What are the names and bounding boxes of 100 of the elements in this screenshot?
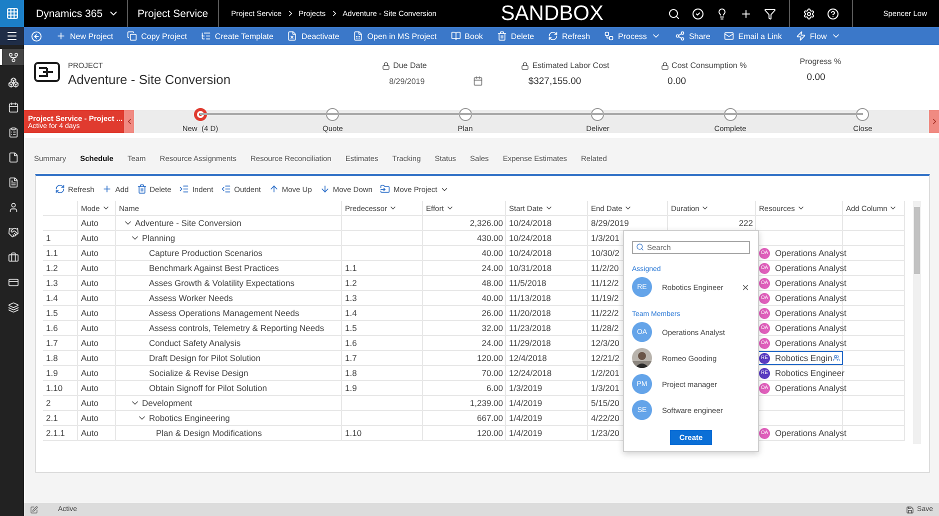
table-cell-text: 1.9: [45, 367, 59, 380]
table-cell-text: 2,326.00: [468, 217, 504, 230]
field-value: 0.00: [806, 72, 826, 83]
table-cell-text: 1.5: [344, 322, 358, 335]
task-name: Asses Growth & Volatility Expectations: [148, 278, 295, 288]
field-value: 8/29/2019: [388, 76, 425, 86]
command-button[interactable]: Flow: [788, 27, 848, 45]
task-name: Robotics Engineering: [148, 413, 230, 423]
command-button[interactable]: New Project: [49, 27, 120, 45]
command-button[interactable]: Email a Link: [717, 27, 789, 45]
table-cell-text: 8/29/2019: [590, 217, 630, 230]
table-cell-text: 5/15/20: [590, 397, 620, 410]
table-cell-text: 1.6: [45, 322, 59, 335]
table-cell-text: 1/3/201: [590, 382, 620, 395]
table-cell-text: 4/22/20: [590, 412, 620, 425]
table-cell-text: 32.00: [480, 322, 504, 335]
table-cell-text: 1/4/2019: [508, 412, 544, 425]
table-cell-text: 1.4: [45, 292, 59, 305]
table-cell-text: Auto: [80, 337, 100, 350]
command-button[interactable]: Delete: [490, 27, 542, 45]
table-cell-text: 1.10: [344, 427, 363, 440]
field-label: Progress %: [800, 57, 842, 66]
table-cell-text: 1.8: [344, 367, 358, 380]
table-cell-text: 1.2: [45, 262, 59, 275]
table-cell-text: 11/23/2018: [508, 322, 552, 335]
field-label: Due Date: [382, 61, 522, 70]
command-button[interactable]: Open in MS Project: [346, 27, 444, 45]
table-cell-text: Auto: [80, 382, 100, 395]
table-cell-text: 1/3/2019: [508, 382, 544, 395]
table-cell-text: 430.00: [476, 232, 504, 245]
command-button[interactable]: Refresh: [541, 27, 598, 45]
table-cell-text: 222: [738, 217, 754, 230]
table-cell-text: 1/23/20: [590, 427, 620, 440]
table-cell-text: 1.2: [344, 277, 358, 290]
table-cell-text: 1.5: [45, 307, 59, 320]
command-button[interactable]: Book: [444, 27, 490, 45]
task-name: Draft Design for Pilot Solution: [148, 353, 260, 363]
table-cell-text: 1.9: [344, 382, 358, 395]
table-cell-text: Auto: [80, 262, 100, 275]
table-cell-text: 1/4/2019: [508, 397, 544, 410]
table-cell-text: Auto: [80, 412, 100, 425]
table-cell-text: 6.00: [485, 382, 504, 395]
table-cell-text: 120.00: [476, 427, 504, 440]
table-cell-text: 1.3: [344, 292, 358, 305]
command-button[interactable]: Create Template: [194, 27, 280, 45]
task-name: Benchmark Against Best Practices: [148, 263, 279, 273]
table-cell-text: 12/3/20: [590, 337, 620, 350]
table-cell-text: 12/4/2018: [508, 352, 548, 365]
table-cell-text: 12/24/2018: [508, 367, 553, 380]
table-cell-text: 1,239.00: [468, 397, 504, 410]
table-cell-text: 40.00: [480, 292, 504, 305]
table-cell-text: 10/24/2018: [508, 232, 553, 245]
table-cell-text: 1.1: [45, 247, 59, 260]
task-name: Adventure - Site Conversion: [134, 218, 242, 228]
table-cell-text: 1/3/201: [590, 232, 620, 245]
table-cell-text: Auto: [80, 397, 100, 410]
environment-label: SANDBOX: [500, 2, 604, 26]
field-label: Estimated Labor Cost: [521, 61, 661, 70]
table-cell-text: 1.4: [344, 307, 358, 320]
field-label: Cost Consumption %: [660, 61, 800, 70]
table-cell-text: 10/24/2018: [508, 217, 553, 230]
table-cell-text: 1: [45, 232, 52, 245]
command-button[interactable]: Deactivate: [280, 27, 346, 45]
table-cell-text: 11/5/2018: [508, 277, 548, 290]
table-cell-text: Auto: [80, 427, 100, 440]
table-cell-text: 40.00: [480, 247, 504, 260]
task-name: Assess Operations Management Needs: [148, 308, 300, 318]
task-name: Conduct Safety Analysis: [148, 338, 241, 348]
table-cell-text: Auto: [80, 232, 100, 245]
command-button[interactable]: Process: [597, 27, 668, 45]
task-name: Capture Production Scenarios: [148, 248, 262, 258]
table-cell-text: 11/22/2: [590, 307, 620, 320]
table-cell-text: 1.10: [45, 382, 64, 395]
table-cell-text: 11/19/2: [590, 292, 620, 305]
table-cell-text: Auto: [80, 292, 100, 305]
table-cell-text: 48.00: [480, 277, 504, 290]
table-cell-text: Auto: [80, 217, 100, 230]
table-cell-text: Auto: [80, 277, 100, 290]
table-cell-text: 26.00: [480, 307, 504, 320]
table-cell-text: 10/24/2018: [508, 247, 553, 260]
table-cell-text: 11/2/20: [590, 262, 620, 275]
project-name: Adventure - Site Conversion: [68, 72, 231, 87]
table-cell-text: 1.7: [45, 337, 59, 350]
table-cell-text: 10/31/2018: [508, 262, 553, 275]
table-cell-text: 2.1.1: [45, 427, 66, 440]
table-cell-text: 2.1: [45, 412, 59, 425]
task-name: Assess Worker Needs: [148, 293, 233, 303]
command-button[interactable]: Copy Project: [120, 27, 194, 45]
table-cell-text: 11/28/2: [590, 322, 620, 335]
table-cell-text: 2: [45, 397, 52, 410]
table-cell-text: 1/4/2019: [508, 427, 544, 440]
task-name: Development: [141, 398, 192, 408]
table-cell-text: Auto: [80, 322, 100, 335]
table-cell-text: Auto: [80, 247, 100, 260]
table-cell-text: 11/29/2018: [508, 337, 552, 350]
task-name: Obtain Signoff for Pilot Solution: [148, 383, 267, 393]
table-cell-text: 11/20/2018: [508, 307, 552, 320]
table-cell-text: 1.7: [344, 352, 358, 365]
table-cell-text: 120.00: [476, 352, 504, 365]
command-button[interactable]: Share: [668, 27, 718, 45]
